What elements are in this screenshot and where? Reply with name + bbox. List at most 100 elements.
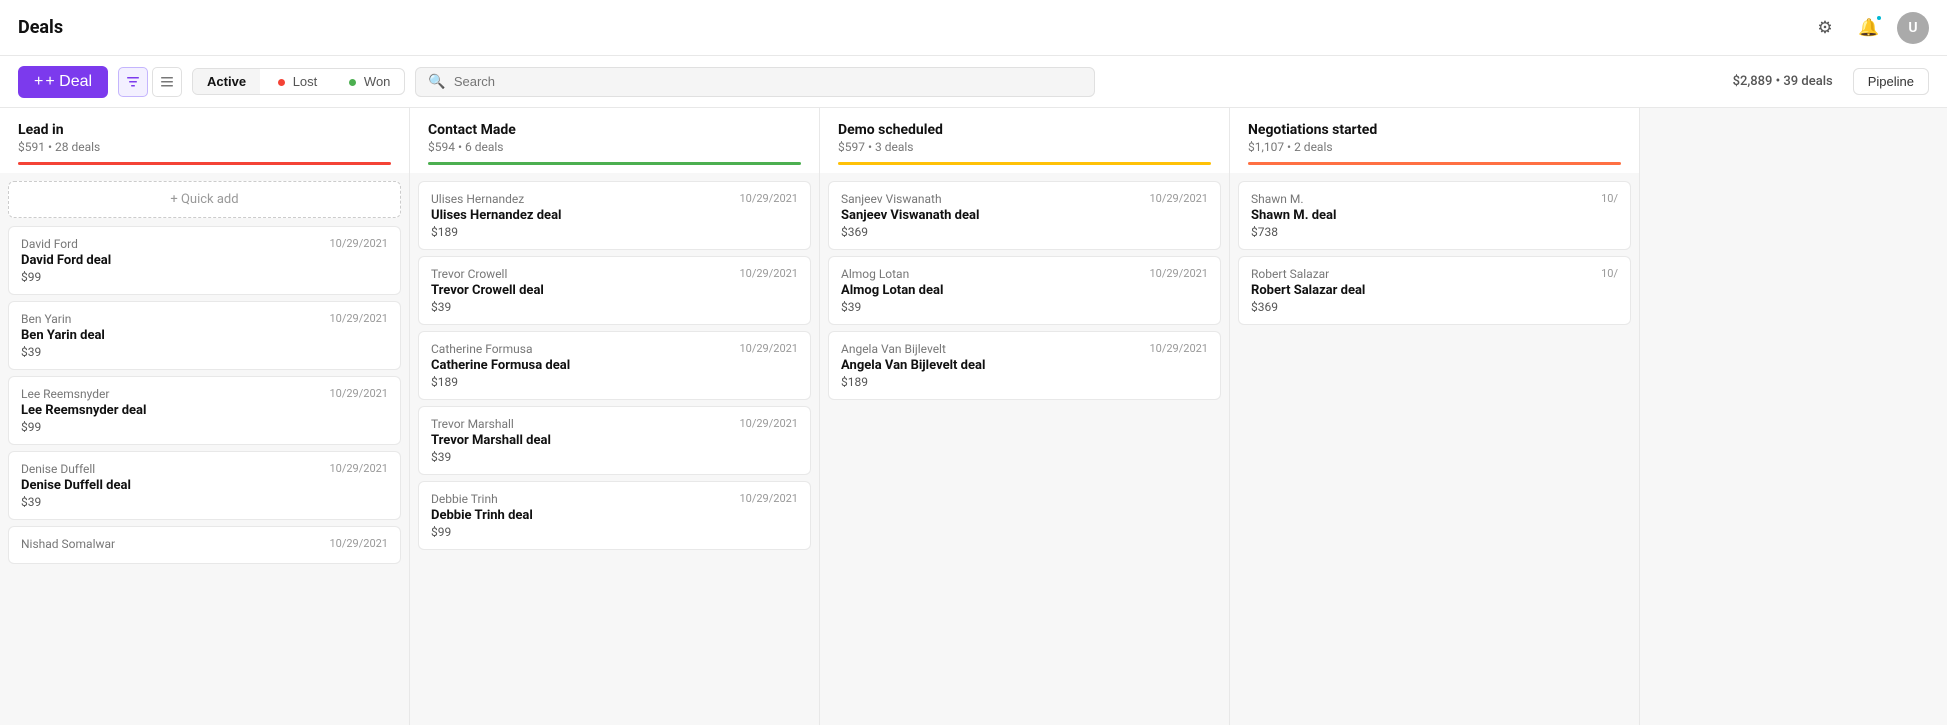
deal-card[interactable]: Debbie Trinh 10/29/2021 Debbie Trinh dea…: [418, 481, 811, 550]
filter-lost-label: Lost: [293, 74, 318, 89]
column-title: Demo scheduled: [838, 122, 1211, 138]
card-contact: Robert Salazar: [1251, 267, 1329, 281]
deal-card[interactable]: Sanjeev Viswanath 10/29/2021 Sanjeev Vis…: [828, 181, 1221, 250]
card-amount: $369: [841, 225, 1208, 239]
card-date: 10/29/2021: [329, 387, 388, 400]
search-icon: 🔍: [428, 74, 445, 90]
card-top: Angela Van Bijlevelt 10/29/2021: [841, 342, 1208, 356]
card-contact: Nishad Somalwar: [21, 537, 115, 551]
deal-card[interactable]: Lee Reemsnyder 10/29/2021 Lee Reemsnyder…: [8, 376, 401, 445]
card-deal-name: Catherine Formusa deal: [431, 358, 798, 373]
card-contact: Sanjeev Viswanath: [841, 192, 942, 206]
card-date: 10/: [1601, 192, 1618, 205]
filter-view-button[interactable]: [118, 67, 148, 97]
card-deal-name: Denise Duffell deal: [21, 478, 388, 493]
column-title: Lead in: [18, 122, 391, 138]
card-deal-name: Lee Reemsnyder deal: [21, 403, 388, 418]
filter-lost-button[interactable]: Lost: [264, 69, 331, 94]
notification-badge: [1875, 14, 1883, 22]
search-input[interactable]: [454, 74, 1083, 89]
view-toggle: [118, 67, 182, 97]
card-top: Ulises Hernandez 10/29/2021: [431, 192, 798, 206]
filter-won-button[interactable]: Won: [335, 69, 404, 94]
card-contact: Ulises Hernandez: [431, 192, 524, 206]
column-body: Shawn M. 10/ Shawn M. deal $738 Robert S…: [1230, 173, 1639, 725]
column-meta: $591 • 28 deals: [18, 140, 391, 154]
column-body: + Quick add David Ford 10/29/2021 David …: [0, 173, 409, 725]
header-icons: ⚙ 🔔 U: [1809, 12, 1929, 44]
column-meta: $594 • 6 deals: [428, 140, 801, 154]
card-contact: Trevor Crowell: [431, 267, 507, 281]
column-lead_in: Lead in $591 • 28 deals + Quick add Davi…: [0, 108, 410, 725]
deal-card[interactable]: Catherine Formusa 10/29/2021 Catherine F…: [418, 331, 811, 400]
quick-add-button[interactable]: + Quick add: [8, 181, 401, 218]
card-top: Nishad Somalwar 10/29/2021: [21, 537, 388, 551]
deal-card[interactable]: Trevor Marshall 10/29/2021 Trevor Marsha…: [418, 406, 811, 475]
deal-card[interactable]: Ulises Hernandez 10/29/2021 Ulises Herna…: [418, 181, 811, 250]
deal-card[interactable]: Denise Duffell 10/29/2021 Denise Duffell…: [8, 451, 401, 520]
card-top: Shawn M. 10/: [1251, 192, 1618, 206]
column-header: Demo scheduled $597 • 3 deals: [820, 108, 1229, 173]
deal-card[interactable]: Ben Yarin 10/29/2021 Ben Yarin deal $39: [8, 301, 401, 370]
column-negotiations_started: Negotiations started $1,107 • 2 deals Sh…: [1230, 108, 1640, 725]
card-date: 10/29/2021: [1149, 342, 1208, 355]
card-top: Catherine Formusa 10/29/2021: [431, 342, 798, 356]
card-contact: Debbie Trinh: [431, 492, 498, 506]
page-title: Deals: [18, 17, 63, 38]
avatar[interactable]: U: [1897, 12, 1929, 44]
card-amount: $39: [21, 345, 388, 359]
list-view-button[interactable]: [152, 67, 182, 97]
pipeline-button[interactable]: Pipeline: [1853, 68, 1929, 95]
total-info: $2,889 • 39 deals: [1733, 74, 1833, 89]
card-contact: Angela Van Bijlevelt: [841, 342, 946, 356]
column-header: Contact Made $594 • 6 deals: [410, 108, 819, 173]
kanban-board: Lead in $591 • 28 deals + Quick add Davi…: [0, 108, 1947, 725]
deal-card[interactable]: David Ford 10/29/2021 David Ford deal $9…: [8, 226, 401, 295]
card-date: 10/29/2021: [1149, 192, 1208, 205]
card-date: 10/29/2021: [739, 342, 798, 355]
card-date: 10/: [1601, 267, 1618, 280]
card-amount: $189: [431, 375, 798, 389]
card-deal-name: Ben Yarin deal: [21, 328, 388, 343]
add-deal-button[interactable]: + + Deal: [18, 66, 108, 98]
card-date: 10/29/2021: [739, 267, 798, 280]
filter-buttons: Active Lost Won: [192, 68, 405, 95]
card-contact: Almog Lotan: [841, 267, 909, 281]
lost-dot: [278, 79, 285, 86]
card-amount: $39: [431, 450, 798, 464]
card-contact: Denise Duffell: [21, 462, 95, 476]
card-amount: $39: [21, 495, 388, 509]
deal-card[interactable]: Robert Salazar 10/ Robert Salazar deal $…: [1238, 256, 1631, 325]
filter-active-button[interactable]: Active: [193, 69, 260, 94]
card-deal-name: Trevor Marshall deal: [431, 433, 798, 448]
notification-wrapper: 🔔: [1853, 12, 1885, 44]
card-contact: Trevor Marshall: [431, 417, 514, 431]
card-deal-name: David Ford deal: [21, 253, 388, 268]
card-deal-name: Shawn M. deal: [1251, 208, 1618, 223]
card-deal-name: Ulises Hernandez deal: [431, 208, 798, 223]
card-top: Robert Salazar 10/: [1251, 267, 1618, 281]
deal-card[interactable]: Nishad Somalwar 10/29/2021: [8, 526, 401, 564]
card-top: Trevor Crowell 10/29/2021: [431, 267, 798, 281]
card-date: 10/29/2021: [329, 462, 388, 475]
deal-card[interactable]: Shawn M. 10/ Shawn M. deal $738: [1238, 181, 1631, 250]
deal-card[interactable]: Almog Lotan 10/29/2021 Almog Lotan deal …: [828, 256, 1221, 325]
column-bar: [838, 162, 1211, 165]
card-amount: $738: [1251, 225, 1618, 239]
card-deal-name: Trevor Crowell deal: [431, 283, 798, 298]
column-title: Negotiations started: [1248, 122, 1621, 138]
card-top: Trevor Marshall 10/29/2021: [431, 417, 798, 431]
add-deal-label: + Deal: [45, 73, 92, 91]
card-amount: $189: [431, 225, 798, 239]
settings-icon[interactable]: ⚙: [1809, 12, 1841, 44]
column-demo_scheduled: Demo scheduled $597 • 3 deals Sanjeev Vi…: [820, 108, 1230, 725]
won-dot: [349, 79, 356, 86]
card-top: Sanjeev Viswanath 10/29/2021: [841, 192, 1208, 206]
deal-card[interactable]: Trevor Crowell 10/29/2021 Trevor Crowell…: [418, 256, 811, 325]
column-meta: $597 • 3 deals: [838, 140, 1211, 154]
card-date: 10/29/2021: [329, 312, 388, 325]
deal-card[interactable]: Angela Van Bijlevelt 10/29/2021 Angela V…: [828, 331, 1221, 400]
card-date: 10/29/2021: [739, 492, 798, 505]
card-deal-name: Sanjeev Viswanath deal: [841, 208, 1208, 223]
column-body: Sanjeev Viswanath 10/29/2021 Sanjeev Vis…: [820, 173, 1229, 725]
